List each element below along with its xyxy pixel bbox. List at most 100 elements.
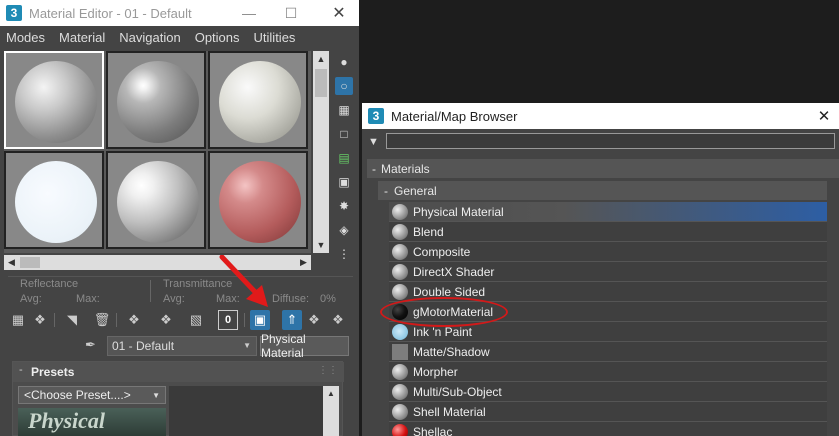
toolbar-separator — [244, 313, 245, 327]
collapse-toggle[interactable]: - — [384, 184, 388, 198]
minimize-icon[interactable]: — — [240, 4, 258, 22]
collapse-toggle[interactable]: - — [372, 162, 376, 176]
material-grey-sphere-icon — [392, 404, 408, 420]
transmittance-avg-label: Avg: — [163, 293, 185, 305]
search-input[interactable] — [386, 133, 835, 149]
material-list-item[interactable]: Shell Material — [389, 402, 827, 422]
sample-slot-2[interactable] — [106, 51, 206, 149]
background-icon[interactable]: ▦ — [335, 101, 353, 119]
material-list-item-label: Morpher — [413, 365, 458, 379]
scroll-right-icon[interactable]: ▶ — [296, 255, 311, 270]
material-list-item-label: Shellac — [413, 425, 453, 436]
category-label: Materials — [381, 162, 430, 176]
material-list-item[interactable]: Multi/Sub-Object — [389, 382, 827, 402]
scroll-down-icon[interactable]: ▼ — [313, 237, 329, 253]
go-forward-to-sibling-icon[interactable]: ❖ — [328, 310, 348, 330]
menu-navigation[interactable]: Navigation — [119, 30, 180, 45]
scroll-left-icon[interactable]: ◀ — [4, 255, 19, 270]
material-sphere-preview — [219, 161, 301, 243]
material-editor-titlebar: 3 Material Editor - 01 - Default — ☐ ✕ — [0, 0, 359, 26]
eyedropper-icon[interactable]: ✒ — [85, 337, 101, 355]
app-3dsmax-icon: 3 — [6, 5, 22, 21]
menu-options[interactable]: Options — [195, 30, 240, 45]
subcategory-general[interactable]: - General — [378, 181, 839, 200]
slots-vertical-scrollbar[interactable]: ▲ ▼ — [313, 51, 329, 253]
material-red-sphere-icon — [392, 424, 408, 436]
sample-slot-3[interactable] — [208, 51, 308, 149]
get-material-icon[interactable]: ▦ — [8, 310, 28, 330]
material-sphere-preview — [117, 161, 199, 243]
material-list-item[interactable]: Physical Material — [389, 202, 827, 222]
options-icon[interactable]: ✸ — [335, 197, 353, 215]
material-list-item[interactable]: Composite — [389, 242, 827, 262]
material-grey-sphere-icon — [392, 384, 408, 400]
close-icon[interactable]: ✕ — [330, 4, 348, 22]
put-to-scene-icon[interactable]: ❖ — [30, 310, 50, 330]
presets-rollout-header[interactable]: - Presets ⋮⋮ — [13, 362, 344, 382]
material-sphere-preview — [117, 61, 199, 143]
preset-list[interactable] — [169, 386, 323, 436]
category-materials[interactable]: - Materials — [367, 159, 839, 178]
menu-bar: Modes Material Navigation Options Utilit… — [0, 26, 359, 48]
sample-slot-6[interactable] — [208, 151, 308, 249]
material-list-item[interactable]: Blend — [389, 222, 827, 242]
grip-icon[interactable]: ⋮⋮ — [318, 365, 338, 376]
side-toolbar: ● ○ ▦ □ ▤ ▣ ✸ ◈ ⋮ — [333, 51, 355, 271]
preset-list-scrollbar[interactable]: ▲ — [323, 386, 339, 436]
material-grey-sphere-icon — [392, 204, 408, 220]
material-grey-sphere-icon — [392, 284, 408, 300]
material-list-item[interactable]: Shellac — [389, 422, 827, 436]
material-map-navigator-icon[interactable]: ⋮ — [335, 245, 353, 263]
scroll-up-icon[interactable]: ▲ — [323, 386, 339, 400]
material-flat-sphere-icon — [392, 344, 408, 360]
reflectance-label: Reflectance — [20, 278, 79, 290]
material-list-item[interactable]: Matte/Shadow — [389, 342, 827, 362]
make-preview-icon[interactable]: ▣ — [335, 173, 353, 191]
choose-preset-value: <Choose Preset....> — [24, 388, 131, 402]
material-list-item[interactable]: DirectX Shader — [389, 262, 827, 282]
close-icon[interactable]: ✕ — [815, 107, 833, 125]
app-3dsmax-icon: 3 — [368, 108, 384, 124]
material-grey-sphere-icon — [392, 224, 408, 240]
sample-slot-5[interactable] — [106, 151, 206, 249]
material-light-sphere-icon — [392, 324, 408, 340]
material-list-item-label: Multi/Sub-Object — [413, 385, 502, 399]
material-grey-sphere-icon — [392, 364, 408, 380]
menu-utilities[interactable]: Utilities — [254, 30, 296, 45]
browser-options-icon[interactable]: ▼ — [368, 136, 379, 148]
annotation-arrow — [219, 255, 268, 307]
reset-icon[interactable]: 🗑 — [92, 310, 112, 330]
collapse-toggle[interactable]: - — [19, 364, 23, 376]
material-editor-toolbar: ▦ ❖ ◥ 🗑 ❖ ❖ ▧ 0 ▣ ⇑ ❖ ❖ — [8, 309, 353, 331]
backlight-icon[interactable]: ○ — [335, 77, 353, 95]
show-end-result-icon[interactable]: ⇑ — [282, 310, 302, 330]
material-type-button[interactable]: Physical Material — [260, 332, 349, 360]
select-by-material-icon[interactable]: ◈ — [335, 221, 353, 239]
sample-uv-tiling-icon[interactable]: □ — [335, 125, 353, 143]
sample-slot-1[interactable] — [4, 51, 104, 149]
material-name-dropdown[interactable]: 01 - Default ▼ — [107, 336, 257, 356]
choose-preset-dropdown[interactable]: <Choose Preset....> ▼ — [18, 386, 166, 404]
video-color-check-icon[interactable]: ▤ — [335, 149, 353, 167]
sample-type-icon[interactable]: ● — [335, 53, 353, 71]
scroll-up-icon[interactable]: ▲ — [313, 51, 329, 67]
material-name-row: ✒ 01 - Default ▼ Physical Material — [0, 332, 359, 360]
assign-to-selection-icon[interactable]: ◥ — [62, 310, 82, 330]
material-list-item-label: DirectX Shader — [413, 265, 495, 279]
maximize-icon[interactable]: ☐ — [282, 4, 300, 22]
sample-slots-grid — [4, 51, 311, 253]
menu-modes[interactable]: Modes — [6, 30, 45, 45]
scroll-thumb-horizontal[interactable] — [20, 257, 40, 268]
go-to-parent-icon[interactable]: ❖ — [304, 310, 324, 330]
material-list-item[interactable]: Morpher — [389, 362, 827, 382]
make-copy-icon[interactable]: ❖ — [124, 310, 144, 330]
chevron-down-icon: ▼ — [152, 391, 160, 400]
put-to-library-icon[interactable]: ▧ — [186, 310, 206, 330]
scroll-thumb[interactable] — [315, 69, 327, 97]
material-name-value: 01 - Default — [112, 339, 175, 353]
make-unique-icon[interactable]: ❖ — [156, 310, 176, 330]
preset-thumbnail-text: Physical — [28, 408, 105, 433]
menu-material[interactable]: Material — [59, 30, 105, 45]
presets-title: Presets — [31, 365, 75, 379]
sample-slot-4[interactable] — [4, 151, 104, 249]
